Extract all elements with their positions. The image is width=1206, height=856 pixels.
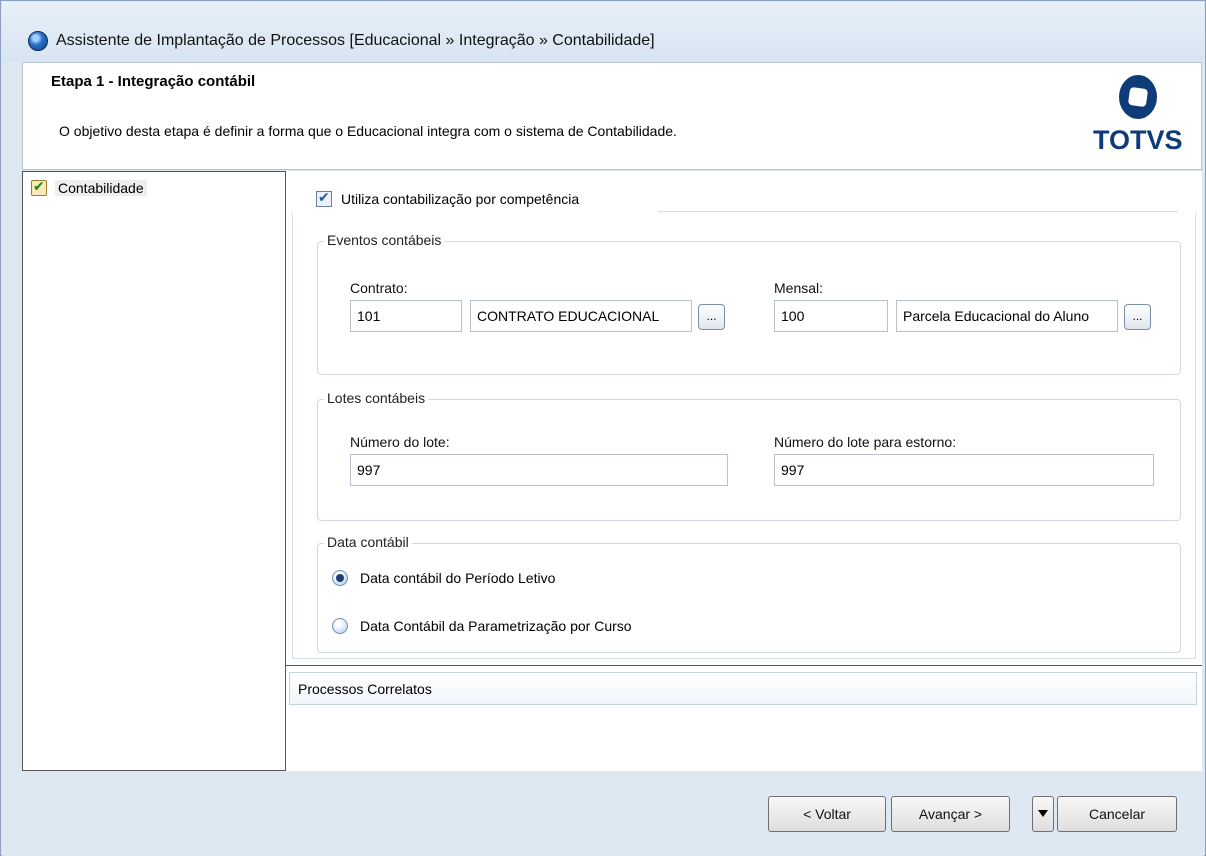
totvs-logo-text: TOTVS [1093, 125, 1183, 155]
step-content: Utiliza contabilização por competência E… [286, 171, 1202, 665]
contrato-description-input[interactable] [470, 300, 692, 332]
totvs-logo-mark-icon [1119, 75, 1157, 119]
numero-lote-estorno-label: Número do lote para estorno: [774, 434, 957, 450]
wizard-footer: < Voltar Avançar > Cancelar [2, 772, 1204, 856]
competencia-checkbox-label: Utiliza contabilização por competência [341, 191, 580, 207]
app-globe-icon [28, 31, 48, 51]
radio-periodo-letivo-label: Data contábil do Período Letivo [360, 570, 556, 586]
mensal-code-input[interactable] [774, 300, 888, 332]
tree-item-contabilidade[interactable]: Contabilidade [31, 178, 147, 198]
mensal-description-input[interactable] [896, 300, 1118, 332]
eventos-contabeis-legend: Eventos contábeis [324, 232, 445, 248]
radio-periodo-letivo-row[interactable]: Data contábil do Período Letivo [332, 570, 555, 586]
checklist-icon [31, 178, 47, 196]
radio-periodo-letivo[interactable] [332, 570, 348, 586]
contrato-code-input[interactable] [350, 300, 462, 332]
checkbox-group-line [658, 211, 1178, 212]
radio-parametrizacao-curso-label: Data Contábil da Parametrização por Curs… [360, 618, 632, 634]
mensal-label: Mensal: [774, 280, 824, 296]
processos-correlatos-title: Processos Correlatos [298, 681, 432, 697]
competencia-checkbox-row[interactable]: Utiliza contabilização por competência [316, 189, 580, 207]
back-button[interactable]: < Voltar [768, 796, 886, 832]
contrato-label: Contrato: [350, 280, 408, 296]
data-contabil-group: Data contábil Data contábil do Período L… [317, 534, 1181, 653]
contrato-lookup-button[interactable]: ... [698, 304, 725, 330]
numero-lote-input[interactable] [350, 454, 728, 486]
radio-parametrizacao-curso[interactable] [332, 618, 348, 634]
next-button[interactable]: Avançar > [891, 796, 1010, 832]
lotes-contabeis-group: Lotes contábeis Número do lote: Número d… [317, 390, 1181, 521]
step-description: O objetivo desta etapa é definir a forma… [59, 123, 677, 139]
radio-parametrizacao-curso-row[interactable]: Data Contábil da Parametrização por Curs… [332, 618, 632, 634]
title-bar: Assistente de Implantação de Processos [… [2, 2, 1204, 62]
tree-item-label: Contabilidade [55, 180, 147, 196]
processos-correlatos-panel: Processos Correlatos [286, 665, 1202, 771]
window-title: Assistente de Implantação de Processos [… [56, 32, 655, 49]
step-tree: Contabilidade [22, 171, 286, 771]
competencia-checkbox[interactable] [316, 189, 332, 207]
cancel-button[interactable]: Cancelar [1057, 796, 1177, 832]
lotes-contabeis-legend: Lotes contábeis [324, 390, 429, 406]
numero-lote-estorno-input[interactable] [774, 454, 1154, 486]
wizard-window: Assistente de Implantação de Processos [… [0, 0, 1206, 856]
mensal-lookup-button[interactable]: ... [1124, 304, 1151, 330]
step-header: Etapa 1 - Integração contábil O objetivo… [22, 62, 1202, 170]
competencia-panel: Eventos contábeis Contrato: ... Mensal: … [292, 213, 1196, 659]
processos-correlatos-header: Processos Correlatos [289, 672, 1197, 705]
cancel-dropdown-button[interactable] [1032, 796, 1054, 832]
eventos-contabeis-group: Eventos contábeis Contrato: ... Mensal: … [317, 232, 1181, 375]
data-contabil-legend: Data contábil [324, 534, 412, 550]
step-title: Etapa 1 - Integração contábil [51, 73, 256, 90]
totvs-logo: TOTVS [1087, 73, 1187, 163]
numero-lote-label: Número do lote: [350, 434, 450, 450]
